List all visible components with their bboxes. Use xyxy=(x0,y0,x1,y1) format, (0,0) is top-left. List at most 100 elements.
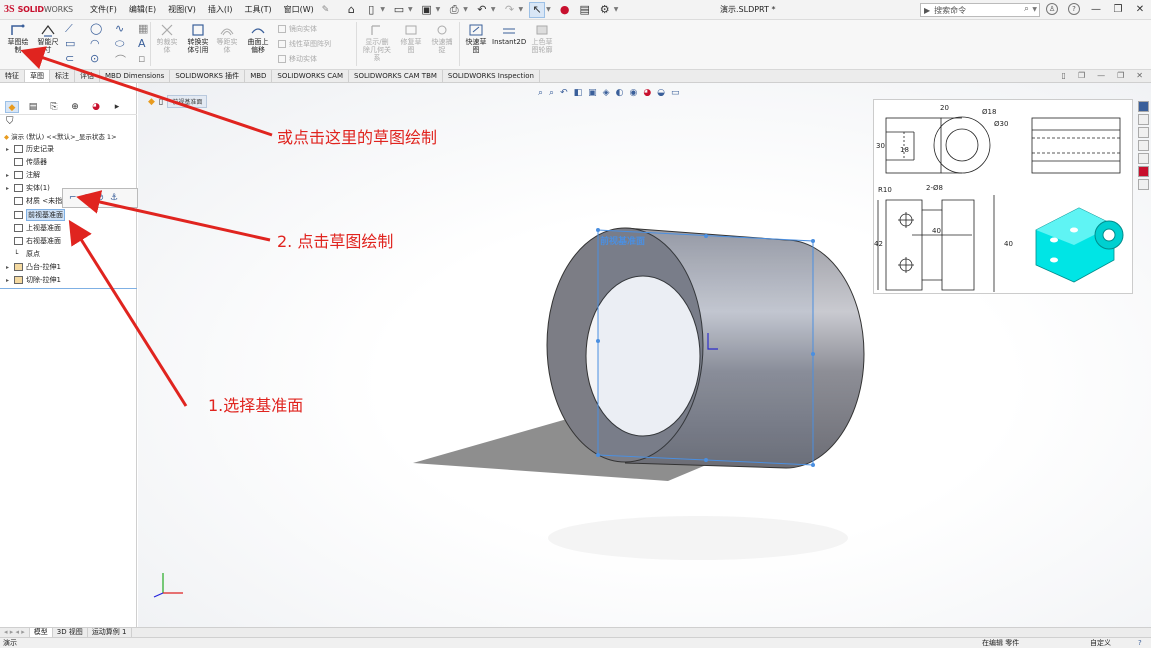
move-entities-button[interactable]: 移动实体 xyxy=(278,54,317,64)
tab-mbd[interactable]: MBD xyxy=(245,70,273,82)
tree-item-history[interactable]: ▸ 历史记录 xyxy=(6,144,54,154)
custom-properties-icon[interactable] xyxy=(1138,179,1149,190)
minimize-button[interactable]: — xyxy=(1090,4,1102,15)
tab-scroll-icon[interactable]: ◂ ▸ ◂ ▸ xyxy=(0,628,30,637)
tree-root-part[interactable]: ◆ 演示 (默认) <<默认>_显示状态 1> xyxy=(4,131,117,141)
expand-arrow-icon[interactable]: ▸ xyxy=(6,264,14,271)
chevron-down-icon[interactable]: ▼ xyxy=(491,6,496,13)
rectangle-tool-icon[interactable]: ▭ xyxy=(65,37,75,50)
front-plane-preview[interactable] xyxy=(597,229,814,466)
point-tool-icon[interactable]: ▫ xyxy=(138,52,145,65)
appearances-icon[interactable] xyxy=(1138,166,1149,177)
chevron-down-icon[interactable]: ▼ xyxy=(1032,6,1037,13)
options-gear-icon[interactable]: ⚙ xyxy=(597,2,613,18)
tab-solidworks-cam[interactable]: SOLIDWORKS CAM xyxy=(272,70,349,82)
close-viewport-icon[interactable]: ✕ xyxy=(1136,70,1143,82)
solidworks-resources-icon[interactable] xyxy=(1138,101,1149,112)
filter-icon[interactable]: ⛉ xyxy=(6,116,14,127)
chevron-down-icon[interactable]: ▼ xyxy=(463,6,468,13)
slot-tool-icon[interactable]: ⊂ xyxy=(65,52,74,65)
plane-handle[interactable] xyxy=(596,228,600,232)
more-tabs-icon[interactable]: ▸ xyxy=(110,101,124,113)
convert-entities-button[interactable]: 转换实体引用 xyxy=(183,23,213,54)
menu-edit[interactable]: 编辑(E) xyxy=(123,4,162,15)
polygon-tool-icon[interactable]: ⊙ xyxy=(90,52,99,65)
select-cursor-icon[interactable]: ↖ xyxy=(529,1,546,18)
sketch-fillet-icon[interactable]: ▦ xyxy=(138,22,148,35)
home-icon[interactable]: ⌂ xyxy=(343,2,359,18)
tree-item-boss-extrude[interactable]: ▸ 凸台-拉伸1 xyxy=(6,262,61,272)
display-manager-tab-icon[interactable]: ◕ xyxy=(89,101,103,113)
menu-tools[interactable]: 工具(T) xyxy=(238,4,277,15)
property-manager-tab-icon[interactable]: ▤ xyxy=(26,101,40,113)
tree-item-top-plane[interactable]: 上视基准面 xyxy=(6,223,61,233)
expand-arrow-icon[interactable]: ▸ xyxy=(6,185,14,192)
tile-icon[interactable]: ▯ xyxy=(1062,70,1066,82)
configuration-manager-tab-icon[interactable]: ⎘ xyxy=(47,101,61,113)
tab-sketch[interactable]: 草图 xyxy=(25,70,50,82)
tree-item-front-plane[interactable]: 前视基准面 xyxy=(6,209,65,221)
trim-entities-button[interactable]: 剪裁实体 xyxy=(153,23,181,54)
plane-handle[interactable] xyxy=(811,463,815,467)
menu-file[interactable]: 文件(F) xyxy=(84,4,123,15)
linear-pattern-button[interactable]: 线性草图阵列 xyxy=(278,39,331,49)
file-explorer-icon[interactable] xyxy=(1138,140,1149,151)
tab-evaluate[interactable]: 评估 xyxy=(75,70,100,82)
feature-tree-tab-icon[interactable]: ◆ xyxy=(5,100,19,113)
view-palette-icon[interactable] xyxy=(1138,153,1149,164)
centerline-icon[interactable]: ⌒ xyxy=(115,52,126,68)
tab-mbd-dimensions[interactable]: MBD Dimensions xyxy=(100,70,171,82)
file-properties-icon[interactable]: ▤ xyxy=(577,2,593,18)
chevron-down-icon[interactable]: ▼ xyxy=(518,6,523,13)
save-icon[interactable]: ▣ xyxy=(419,2,435,18)
restore-button[interactable]: ❐ xyxy=(1112,4,1124,15)
chevron-down-icon[interactable]: ▼ xyxy=(408,6,413,13)
normal-to-icon[interactable]: ⊘ xyxy=(96,193,104,203)
home-icon[interactable] xyxy=(1138,114,1149,125)
tab-3d-views[interactable]: 3D 视图 xyxy=(53,628,88,637)
design-library-icon[interactable] xyxy=(1138,127,1149,138)
solidworks-logo[interactable]: 3S SOLIDWORKS xyxy=(0,4,78,15)
plane-handle[interactable] xyxy=(704,234,708,238)
minimize-viewport-icon[interactable]: — xyxy=(1097,70,1105,82)
circle-tool-icon[interactable]: ◯ xyxy=(90,22,102,35)
tab-motion-study[interactable]: 运动算例 1 xyxy=(88,628,132,637)
user-icon[interactable]: ♙ xyxy=(1046,3,1058,15)
tree-item-annotations[interactable]: ▸ 注解 xyxy=(6,170,40,180)
tab-solidworks-inspection[interactable]: SOLIDWORKS Inspection xyxy=(443,70,540,82)
arc-tool-icon[interactable]: ◠ xyxy=(90,37,100,50)
plane-handle[interactable] xyxy=(704,458,708,462)
offset-on-surface-button[interactable]: 曲面上偏移 xyxy=(241,23,275,54)
smart-dimension-button[interactable]: 智能尺寸 xyxy=(33,23,63,54)
tab-model[interactable]: 模型 xyxy=(29,628,53,637)
chevron-down-icon[interactable]: ▼ xyxy=(546,6,551,13)
text-tool-icon[interactable]: A xyxy=(138,37,146,50)
plane-handle[interactable] xyxy=(811,352,815,356)
tree-item-solid-bodies[interactable]: ▸ 实体(1) xyxy=(6,183,50,193)
shaded-sketch-contours-button[interactable]: 上色草图轮廓 xyxy=(527,23,557,54)
chevron-down-icon[interactable]: ▼ xyxy=(614,6,619,13)
rapid-sketch-button[interactable]: 快速草图 xyxy=(462,23,490,54)
command-search[interactable]: ▶ 搜索命令 ⌕ ▼ xyxy=(920,3,1040,17)
mirror-entities-button[interactable]: 镜向实体 xyxy=(278,24,317,34)
undo-icon[interactable]: ↶ xyxy=(474,2,490,18)
ellipse-tool-icon[interactable]: ⬭ xyxy=(115,37,124,51)
show-hide-eye-icon[interactable]: ◉ xyxy=(83,193,91,203)
offset-entities-button[interactable]: 等距实体 xyxy=(213,23,241,54)
anchor-icon[interactable]: ⚓ xyxy=(110,193,118,203)
open-folder-icon[interactable]: ▭ xyxy=(391,2,407,18)
search-icon[interactable]: ⌕ xyxy=(1024,4,1029,14)
rebuild-traffic-light-icon[interactable]: ● xyxy=(557,2,573,18)
pin-icon[interactable]: ✎ xyxy=(322,5,330,15)
tab-features[interactable]: 特征 xyxy=(0,70,25,82)
tree-item-sensors[interactable]: 传感器 xyxy=(6,157,47,167)
tree-item-cut-extrude[interactable]: ▸ 切除-拉伸1 xyxy=(6,275,61,285)
print-icon[interactable]: ⎙ xyxy=(446,2,462,18)
close-button[interactable]: ✕ xyxy=(1134,4,1146,15)
chevron-down-icon[interactable]: ▼ xyxy=(436,6,441,13)
expand-arrow-icon[interactable]: ▸ xyxy=(6,146,14,153)
dimxpert-tab-icon[interactable]: ⊕ xyxy=(68,101,82,113)
menu-insert[interactable]: 插入(I) xyxy=(202,4,239,15)
tree-item-origin[interactable]: └ 原点 xyxy=(6,249,40,259)
rollback-bar[interactable] xyxy=(0,288,137,289)
